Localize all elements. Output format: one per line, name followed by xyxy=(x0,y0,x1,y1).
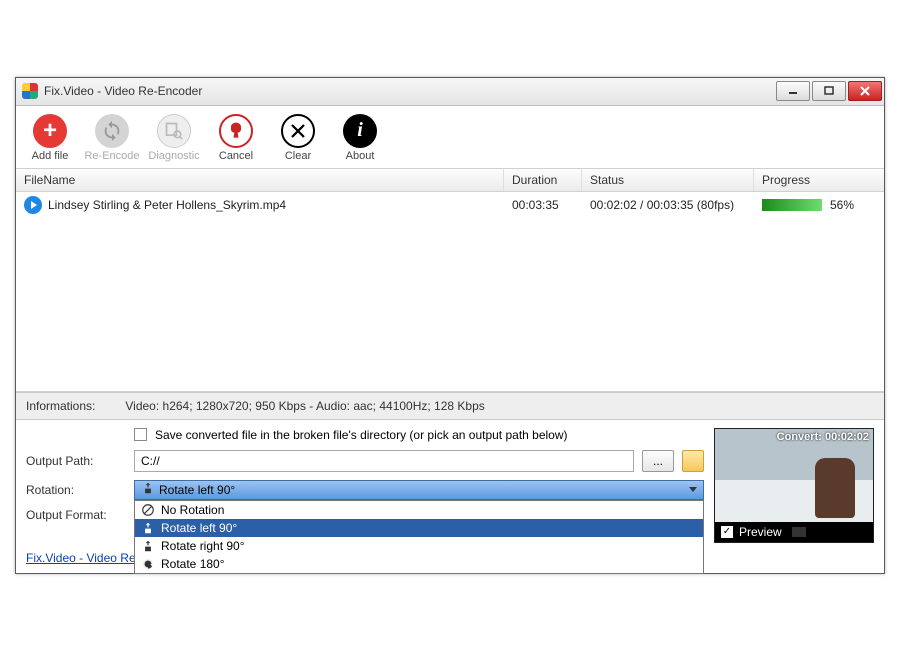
file-name: Lindsey Stirling & Peter Hollens_Skyrim.… xyxy=(48,198,286,212)
rotate-left-icon xyxy=(141,481,155,498)
app-window: Fix.Video - Video Re-Encoder + Add file … xyxy=(15,77,885,574)
footer-link[interactable]: Fix.Video - Video Re xyxy=(16,547,136,573)
col-progress[interactable]: Progress xyxy=(754,169,884,191)
progress-cell: 56% xyxy=(754,198,884,212)
progress-pct: 56% xyxy=(830,198,854,212)
output-path-label: Output Path: xyxy=(26,454,126,468)
col-duration[interactable]: Duration xyxy=(504,169,582,191)
info-icon: i xyxy=(343,114,377,148)
refresh-icon xyxy=(95,114,129,148)
add-file-button[interactable]: + Add file xyxy=(26,114,74,162)
rotation-selected: Rotate left 90° xyxy=(159,483,235,497)
file-list[interactable]: Lindsey Stirling & Peter Hollens_Skyrim.… xyxy=(16,192,884,392)
preview-checkbox[interactable]: ✓ xyxy=(721,526,733,538)
rotation-select[interactable]: Rotate left 90° No Rotation Rotate left … xyxy=(134,480,704,500)
preview-figure xyxy=(815,458,855,518)
diagnostic-button[interactable]: Diagnostic xyxy=(150,114,198,162)
save-in-dir-label: Save converted file in the broken file's… xyxy=(155,428,568,442)
no-rotation-icon xyxy=(141,503,155,517)
info-text: Video: h264; 1280x720; 950 Kbps - Audio:… xyxy=(125,399,484,413)
clear-icon xyxy=(281,114,315,148)
browse-button[interactable]: ... xyxy=(642,450,674,472)
status-cell: 00:02:02 / 00:03:35 (80fps) xyxy=(582,198,754,212)
save-in-dir-row: Save converted file in the broken file's… xyxy=(26,428,704,442)
file-cell: Lindsey Stirling & Peter Hollens_Skyrim.… xyxy=(16,196,504,214)
output-path-input[interactable] xyxy=(134,450,634,472)
cancel-button[interactable]: Cancel xyxy=(212,114,260,162)
info-label: Informations: xyxy=(26,399,95,413)
rotate-180-icon xyxy=(141,557,155,571)
preview-panel: Convert: 00:02:02 ✓ Preview xyxy=(714,428,874,543)
clear-button[interactable]: Clear xyxy=(274,114,322,162)
output-format-label: Output Format: xyxy=(26,508,126,522)
window-buttons xyxy=(776,81,882,101)
info-bar: Informations: Video: h264; 1280x720; 950… xyxy=(16,392,884,420)
rotation-row: Rotation: Rotate left 90° No Rotation xyxy=(26,480,704,500)
app-icon xyxy=(22,83,38,99)
preview-thumb-icon[interactable] xyxy=(792,527,806,537)
col-status[interactable]: Status xyxy=(582,169,754,191)
titlebar: Fix.Video - Video Re-Encoder xyxy=(16,78,884,106)
rotation-option-none[interactable]: No Rotation xyxy=(135,501,703,519)
output-path-row: Output Path: ... xyxy=(26,450,704,472)
about-button[interactable]: i About xyxy=(336,114,384,162)
preview-bar: ✓ Preview xyxy=(715,522,873,542)
duration-cell: 00:03:35 xyxy=(504,198,582,212)
rotation-option-left[interactable]: Rotate left 90° xyxy=(135,519,703,537)
table-row[interactable]: Lindsey Stirling & Peter Hollens_Skyrim.… xyxy=(16,192,884,218)
list-header: FileName Duration Status Progress xyxy=(16,169,884,192)
rotation-label: Rotation: xyxy=(26,483,126,497)
rotation-dropdown: No Rotation Rotate left 90° Rotate right… xyxy=(134,500,704,574)
save-in-dir-checkbox[interactable] xyxy=(134,428,147,441)
chevron-down-icon xyxy=(689,487,697,492)
minimize-button[interactable] xyxy=(776,81,810,101)
plus-icon: + xyxy=(33,114,67,148)
preview-image: Convert: 00:02:02 xyxy=(715,429,873,522)
close-button[interactable] xyxy=(848,81,882,101)
rotate-right-icon xyxy=(141,539,155,553)
diagnostic-icon xyxy=(157,114,191,148)
open-folder-icon[interactable] xyxy=(682,450,704,472)
rotation-option-180[interactable]: Rotate 180° xyxy=(135,555,703,573)
video-file-icon xyxy=(24,196,42,214)
toolbar: + Add file Re-Encode Diagnostic Cancel C… xyxy=(16,106,884,169)
rotate-left-icon xyxy=(141,521,155,535)
col-filename[interactable]: FileName xyxy=(16,169,504,191)
rotation-select-header[interactable]: Rotate left 90° xyxy=(134,480,704,500)
rotation-option-right[interactable]: Rotate right 90° xyxy=(135,537,703,555)
bottom-panel: Save converted file in the broken file's… xyxy=(16,420,884,547)
cancel-icon xyxy=(219,114,253,148)
window-title: Fix.Video - Video Re-Encoder xyxy=(44,84,776,98)
form-column: Save converted file in the broken file's… xyxy=(26,428,704,543)
preview-checkbox-label: Preview xyxy=(739,525,782,539)
convert-time-label: Convert: 00:02:02 xyxy=(777,431,869,443)
maximize-button[interactable] xyxy=(812,81,846,101)
reencode-button[interactable]: Re-Encode xyxy=(88,114,136,162)
progress-bar xyxy=(762,199,822,211)
